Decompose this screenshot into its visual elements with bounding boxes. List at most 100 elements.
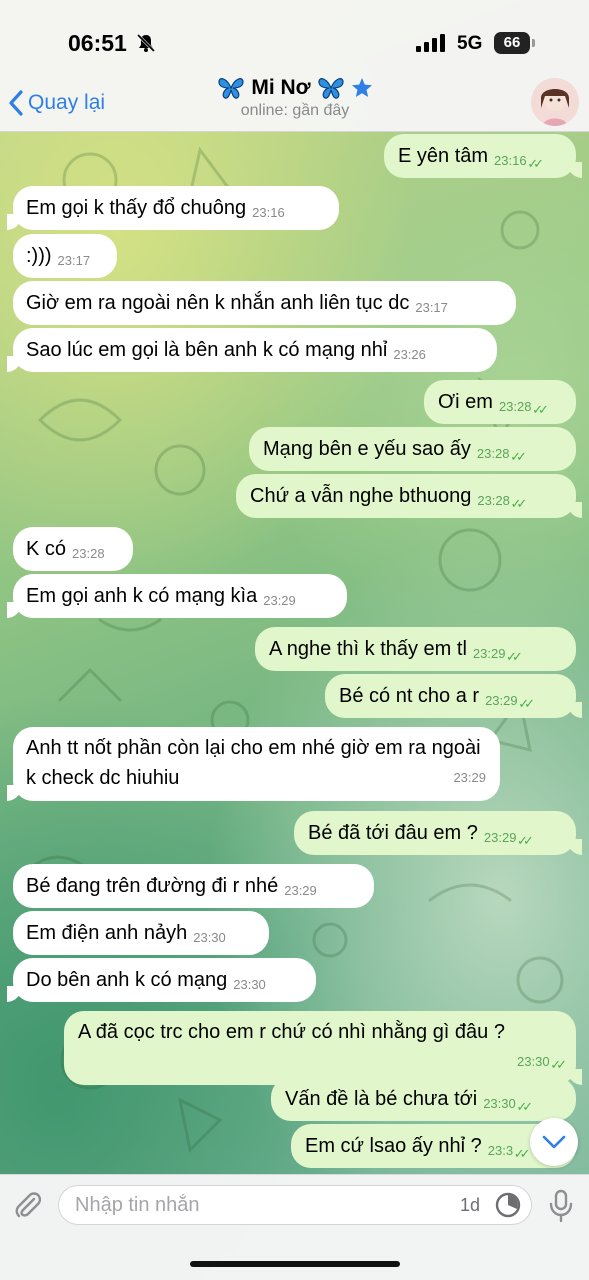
message-time: 23:16 ✓✓ bbox=[494, 153, 544, 171]
message-time-text: 23:30 bbox=[193, 930, 226, 945]
message-text: A nghe thì k thấy em tl bbox=[269, 638, 467, 660]
message-text: Bé có nt cho a r bbox=[339, 685, 480, 707]
message-text: Bé đã tới đâu em ? bbox=[308, 822, 478, 844]
scroll-down-button[interactable] bbox=[530, 1118, 578, 1166]
message-text: Em gọi anh k có mạng kìa bbox=[26, 585, 258, 607]
status-time: 06:51 bbox=[68, 30, 127, 56]
timer-icon[interactable] bbox=[494, 1191, 522, 1224]
double-check-icon: ✓✓ bbox=[527, 156, 544, 171]
message-time: 23:28 ✓✓ bbox=[476, 446, 527, 464]
message-time: 23:30 bbox=[193, 930, 226, 945]
message-time-text: 23:28 bbox=[476, 446, 510, 461]
chevron-left-icon bbox=[9, 90, 23, 116]
message-text: Giờ em ra ngoài nên k nhắn anh liên tục … bbox=[26, 292, 410, 314]
microphone-icon[interactable] bbox=[548, 1189, 574, 1228]
message-text: Ơi em bbox=[438, 391, 493, 413]
message-text: Sao lúc em gọi là bên anh k có mạng nhỉ bbox=[26, 339, 388, 361]
home-indicator bbox=[190, 1261, 400, 1267]
outgoing-message[interactable]: E yên tâm 23:16 ✓✓ bbox=[384, 134, 582, 178]
message-time-text: 23:29 bbox=[485, 693, 518, 708]
back-label: Quay lại bbox=[28, 91, 106, 114]
message-time: 23:26 bbox=[393, 347, 426, 362]
message-time: 23:28 ✓✓ bbox=[477, 493, 528, 511]
message-time-text: 23:29 bbox=[453, 770, 486, 785]
message-time: 23:30 ✓✓ bbox=[517, 1047, 567, 1077]
message-time: 23:29 ✓✓ bbox=[483, 830, 534, 848]
message-time-text: 23:17 bbox=[57, 253, 91, 268]
chevron-down-icon bbox=[542, 1135, 566, 1149]
message-text: Bé đang trên đường đi r nhé bbox=[26, 875, 279, 897]
message-time: 23:28 bbox=[72, 546, 105, 561]
message-time-text: 23:28 bbox=[498, 399, 532, 414]
message-text: E yên tâm bbox=[398, 145, 489, 167]
battery-level: 66 bbox=[494, 32, 530, 54]
message-time-text: 23:16 bbox=[494, 153, 527, 168]
incoming-message[interactable]: Bé đang trên đường đi r nhé 23:29 bbox=[13, 864, 374, 908]
message-time: 23:30 ✓✓ bbox=[483, 1096, 533, 1114]
bell-muted-icon bbox=[136, 33, 156, 58]
message-time: 23:17 bbox=[415, 300, 448, 315]
message-text: Mạng bên e yếu sao ấy bbox=[263, 438, 471, 460]
back-button[interactable]: Quay lại bbox=[8, 86, 105, 120]
message-time-text: 23:3 bbox=[487, 1143, 514, 1158]
outgoing-message[interactable]: Ơi em 23:28 ✓✓ bbox=[424, 380, 576, 424]
outgoing-message[interactable]: Bé đã tới đâu em ? 23:29 ✓✓ bbox=[294, 811, 582, 855]
network-label: 5G bbox=[457, 33, 483, 54]
incoming-message[interactable]: Em gọi anh k có mạng kìa 23:29 bbox=[7, 574, 347, 618]
double-check-icon: ✓✓ bbox=[510, 449, 527, 464]
double-check-icon: ✓✓ bbox=[550, 1057, 567, 1072]
chat-title[interactable]: Mi Nơ online: gần đây bbox=[150, 76, 440, 120]
incoming-message[interactable]: Sao lúc em gọi là bên anh k có mạng nhỉ 2… bbox=[7, 328, 497, 372]
incoming-message[interactable]: Em điện anh nảyh 23:30 bbox=[13, 911, 269, 955]
message-time: 23:3 ✓✓ bbox=[487, 1143, 531, 1161]
message-time: 23:29 bbox=[284, 883, 317, 898]
paperclip-icon[interactable] bbox=[12, 1189, 44, 1226]
message-text: K có bbox=[26, 538, 67, 560]
message-time: 23:16 bbox=[252, 205, 285, 220]
message-text: Em gọi k thấy đổ chuông bbox=[26, 197, 247, 219]
double-check-icon: ✓✓ bbox=[514, 1146, 531, 1161]
chat-name: Mi Nơ bbox=[251, 76, 311, 99]
message-text: Em điện anh nảyh bbox=[26, 922, 188, 944]
message-time: 23:29 ✓✓ bbox=[485, 693, 535, 711]
message-time-text: 23:29 bbox=[483, 830, 517, 845]
message-time: 23:28 ✓✓ bbox=[498, 399, 549, 417]
star-icon bbox=[351, 78, 372, 97]
message-time-text: 23:28 bbox=[72, 546, 105, 561]
message-time-text: 23:30 bbox=[483, 1096, 516, 1111]
double-check-icon: ✓✓ bbox=[511, 496, 528, 511]
outgoing-message[interactable]: Vấn đề là bé chưa tới 23:30 ✓✓ bbox=[271, 1077, 576, 1121]
message-text: Anh tt nốt phần còn lại cho em nhé giờ e… bbox=[26, 737, 481, 789]
incoming-message[interactable]: Anh tt nốt phần còn lại cho em nhé giờ e… bbox=[7, 727, 500, 801]
butterfly-icon bbox=[218, 78, 244, 99]
status-bar: 06:51 5G 66 bbox=[0, 0, 589, 80]
message-text: Do bên anh k có mạng bbox=[26, 969, 228, 991]
incoming-message[interactable]: Em gọi k thấy đổ chuông 23:16 bbox=[7, 186, 339, 230]
butterfly-icon bbox=[318, 78, 344, 99]
outgoing-message[interactable]: A nghe thì k thấy em tl 23:29 ✓✓ bbox=[255, 627, 576, 671]
message-time-text: 23:17 bbox=[415, 300, 448, 315]
avatar[interactable] bbox=[531, 78, 579, 126]
message-time: 23:29 ✓✓ bbox=[472, 646, 523, 664]
chat-header: Quay lại Mi Nơ online: gần đây bbox=[0, 76, 589, 132]
outgoing-message[interactable]: A đã cọc trc cho em r chứ có nhì nhằng g… bbox=[64, 1011, 582, 1085]
incoming-message[interactable]: K có 23:28 bbox=[13, 527, 133, 571]
incoming-message[interactable]: Do bên anh k có mạng 23:30 bbox=[7, 958, 316, 1002]
message-time: 23:29 bbox=[263, 593, 296, 608]
outgoing-message[interactable]: Mạng bên e yếu sao ấy 23:28 ✓✓ bbox=[249, 427, 576, 471]
incoming-message[interactable]: Giờ em ra ngoài nên k nhắn anh liên tục … bbox=[13, 281, 516, 325]
double-check-icon: ✓✓ bbox=[517, 833, 534, 848]
outgoing-message[interactable]: Chứ a vẫn nghe bthuong 23:28 ✓✓ bbox=[236, 474, 582, 518]
double-check-icon: ✓✓ bbox=[532, 402, 549, 417]
message-time: 23:29 bbox=[453, 763, 486, 793]
double-check-icon: ✓✓ bbox=[516, 1099, 533, 1114]
message-time-text: 23:29 bbox=[472, 646, 506, 661]
message-text: Vấn đề là bé chưa tới bbox=[285, 1088, 478, 1110]
message-time-text: 23:16 bbox=[252, 205, 285, 220]
self-destruct-timer-label[interactable]: 1d bbox=[460, 1195, 480, 1216]
outgoing-message[interactable]: Bé có nt cho a r 23:29 ✓✓ bbox=[325, 674, 582, 718]
incoming-message[interactable]: :))) 23:17 bbox=[13, 234, 117, 278]
double-check-icon: ✓✓ bbox=[506, 649, 523, 664]
message-time-text: 23:29 bbox=[263, 593, 296, 608]
signal-icon bbox=[416, 34, 448, 57]
